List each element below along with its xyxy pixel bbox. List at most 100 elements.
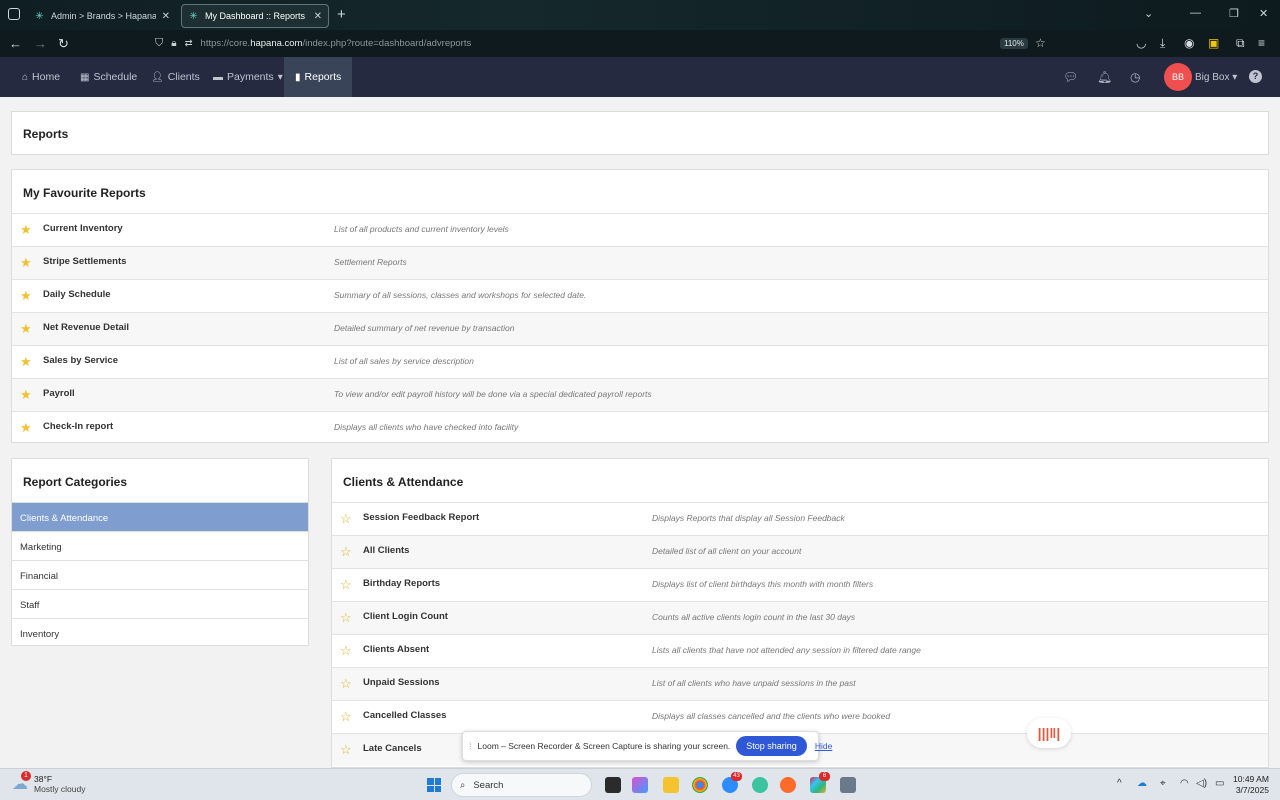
- minimize-icon[interactable]: —: [1190, 7, 1201, 19]
- star-outline-icon[interactable]: ☆: [340, 611, 352, 624]
- back-icon[interactable]: ←: [9, 36, 22, 51]
- report-row[interactable]: ★ Check-In report Displays all clients who…: [12, 411, 1268, 444]
- task-view-icon[interactable]: [605, 777, 621, 793]
- pocket-icon[interactable]: ◡: [1136, 36, 1146, 50]
- file-explorer-icon[interactable]: [663, 777, 679, 793]
- help-icon[interactable]: ?: [1249, 70, 1262, 83]
- tab-dropdown-icon[interactable]: ⌄: [1144, 7, 1153, 20]
- reload-icon[interactable]: ↻: [58, 36, 69, 52]
- report-name[interactable]: Unpaid Sessions: [363, 677, 440, 688]
- user-menu[interactable]: Big Box ▾: [1195, 72, 1237, 83]
- star-outline-icon[interactable]: ☆: [340, 710, 352, 723]
- onedrive-icon[interactable]: ☁: [1137, 778, 1147, 789]
- report-name[interactable]: Current Inventory: [43, 223, 123, 234]
- star-outline-icon[interactable]: ☆: [340, 578, 352, 591]
- drag-handle-icon[interactable]: ⁞: [469, 741, 472, 751]
- battery-icon[interactable]: ▭: [1215, 778, 1224, 789]
- downloads-icon[interactable]: ⤓: [1160, 36, 1165, 51]
- report-row[interactable]: ☆ Client Login Count Counts all active cli…: [332, 601, 1268, 634]
- close-window-icon[interactable]: ✕: [1259, 7, 1268, 20]
- star-filled-icon[interactable]: ★: [20, 388, 32, 401]
- star-outline-icon[interactable]: ☆: [340, 545, 352, 558]
- extension-icon[interactable]: ▣: [1208, 36, 1219, 50]
- weather-widget[interactable]: ☁ 1 38°F Mostly cloudy: [12, 771, 86, 794]
- report-name[interactable]: Late Cancels: [363, 743, 422, 754]
- report-row[interactable]: ☆ Unpaid Sessions List of all clients who …: [332, 667, 1268, 700]
- tab-list-icon[interactable]: [8, 8, 20, 20]
- report-row[interactable]: ☆ Session Feedback Report Displays Reports…: [332, 502, 1268, 535]
- report-name[interactable]: Payroll: [43, 388, 75, 399]
- nav-clients[interactable]: 👤︎ Clients: [151, 57, 200, 97]
- report-row[interactable]: ★ Net Revenue Detail Detailed summary of n…: [12, 312, 1268, 345]
- barcode-scanner-icon[interactable]: |||‖|: [1027, 718, 1071, 748]
- copilot-icon[interactable]: [632, 777, 648, 793]
- windows-start-icon[interactable]: [427, 778, 441, 792]
- forward-icon[interactable]: →: [34, 36, 47, 51]
- volume-icon[interactable]: ◁): [1196, 778, 1207, 789]
- account-icon[interactable]: ◉: [1184, 36, 1194, 50]
- report-name[interactable]: Session Feedback Report: [363, 512, 479, 523]
- star-filled-icon[interactable]: ★: [20, 421, 32, 434]
- avatar[interactable]: BB: [1164, 63, 1192, 91]
- star-outline-icon[interactable]: ☆: [340, 644, 352, 657]
- star-filled-icon[interactable]: ★: [20, 223, 32, 236]
- report-name[interactable]: Client Login Count: [363, 611, 448, 622]
- category-item[interactable]: Marketing: [12, 531, 308, 560]
- report-row[interactable]: ☆ Birthday Reports Displays list of client…: [332, 568, 1268, 601]
- star-filled-icon[interactable]: ★: [20, 256, 32, 269]
- edge-icon[interactable]: [752, 777, 768, 793]
- category-item[interactable]: Financial: [12, 560, 308, 589]
- report-row[interactable]: ★ Daily Schedule Summary of all sessions, …: [12, 279, 1268, 312]
- star-outline-icon[interactable]: ☆: [340, 677, 352, 690]
- chat-icon[interactable]: 💬︎: [1063, 70, 1078, 84]
- report-row[interactable]: ★ Current Inventory List of all products a…: [12, 213, 1268, 246]
- report-row[interactable]: ☆ Clients Absent Lists all clients that ha…: [332, 634, 1268, 667]
- star-filled-icon[interactable]: ★: [20, 289, 32, 302]
- star-outline-icon[interactable]: ☆: [340, 512, 352, 525]
- close-tab-icon[interactable]: ✕: [314, 11, 322, 22]
- report-name[interactable]: All Clients: [363, 545, 409, 556]
- stop-sharing-button[interactable]: Stop sharing: [736, 736, 807, 756]
- wifi-icon[interactable]: ◠: [1180, 778, 1189, 789]
- hide-link[interactable]: Hide: [815, 741, 832, 751]
- report-name[interactable]: Sales by Service: [43, 355, 118, 366]
- bell-icon[interactable]: 🔔︎: [1097, 70, 1112, 84]
- clock-icon[interactable]: ◷: [1130, 70, 1140, 84]
- extensions-puzzle-icon[interactable]: ⧉: [1236, 36, 1245, 51]
- restore-icon[interactable]: ❐: [1229, 7, 1239, 20]
- menu-icon[interactable]: ≡: [1258, 36, 1265, 50]
- report-name[interactable]: Daily Schedule: [43, 289, 111, 300]
- nav-payments[interactable]: ▬ Payments ▾: [213, 57, 283, 97]
- category-item[interactable]: Clients & Attendance: [12, 502, 308, 531]
- chrome-icon[interactable]: [692, 777, 708, 793]
- nav-schedule[interactable]: ▦ Schedule: [80, 57, 137, 97]
- report-row[interactable]: ★ Stripe Settlements Settlement Reports: [12, 246, 1268, 279]
- close-tab-icon[interactable]: ✕: [162, 11, 170, 22]
- report-row[interactable]: ☆ All Clients Detailed list of all client …: [332, 535, 1268, 568]
- category-item[interactable]: Staff: [12, 589, 308, 618]
- firefox-icon[interactable]: [780, 777, 796, 793]
- report-row[interactable]: ★ Sales by Service List of all sales by se…: [12, 345, 1268, 378]
- zoom-level[interactable]: 110%: [1000, 38, 1028, 49]
- location-icon[interactable]: ⌖: [1160, 778, 1166, 789]
- report-name[interactable]: Clients Absent: [363, 644, 429, 655]
- report-name[interactable]: Cancelled Classes: [363, 710, 446, 721]
- browser-tab-admin[interactable]: ✳ Admin > Brands > Hapana Stu ✕: [28, 4, 176, 28]
- browser-tab-reports[interactable]: ✳ My Dashboard :: Reports ✕: [181, 4, 329, 28]
- star-filled-icon[interactable]: ★: [20, 355, 32, 368]
- category-item[interactable]: Inventory: [12, 618, 308, 647]
- star-filled-icon[interactable]: ★: [20, 322, 32, 335]
- system-clock[interactable]: 10:49 AM 3/7/2025: [1233, 774, 1269, 796]
- address-bar[interactable]: ⛉ 🔒︎ ⇄ https://core.hapana.com/index.php…: [155, 33, 1055, 54]
- nav-reports[interactable]: ▮ Reports: [284, 57, 353, 97]
- star-outline-icon[interactable]: ☆: [340, 743, 352, 756]
- report-name[interactable]: Stripe Settlements: [43, 256, 126, 267]
- report-name[interactable]: Net Revenue Detail: [43, 322, 129, 333]
- report-name[interactable]: Check-In report: [43, 421, 113, 432]
- nav-home[interactable]: ⌂ Home: [22, 57, 60, 97]
- new-tab-icon[interactable]: +: [337, 6, 346, 23]
- calculator-icon[interactable]: [840, 777, 856, 793]
- report-row[interactable]: ★ Payroll To view and/or edit payroll hist…: [12, 378, 1268, 411]
- taskbar-search[interactable]: ⌕ Search: [451, 773, 592, 797]
- tray-chevron-icon[interactable]: ^: [1117, 778, 1122, 789]
